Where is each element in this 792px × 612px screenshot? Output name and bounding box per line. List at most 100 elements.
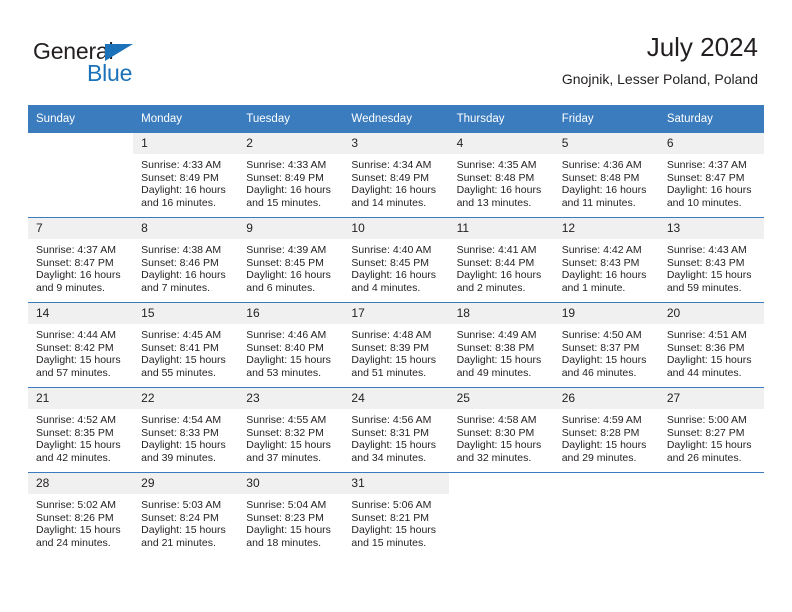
day-cell[interactable]: 28 Sunrise: 5:02 AM Sunset: 8:26 PM Dayligh…	[28, 472, 134, 557]
day-cell[interactable]: 17 Sunrise: 4:48 AM Sunset: 8:39 PM Dayligh…	[343, 302, 449, 388]
page-subtitle: Gnojnik, Lesser Poland, Poland	[561, 71, 758, 87]
day-cell[interactable]: 11 Sunrise: 4:41 AM Sunset: 8:44 PM Dayligh…	[448, 217, 554, 303]
day-detail-line: Daylight: 15 hours	[246, 354, 331, 367]
day-detail-line: and 46 minutes.	[561, 366, 637, 379]
day-details: Sunrise: 4:39 AM Sunset: 8:45 PM Daylight:…	[238, 239, 343, 294]
month-calendar: Sunday Monday Tuesday Wednesday Thursday Frid…	[28, 105, 764, 557]
day-cell[interactable]: 19 Sunrise: 4:50 AM Sunset: 8:37 PM Dayligh…	[553, 302, 659, 388]
day-detail-line: and 7 minutes.	[141, 281, 211, 294]
general-blue-logo[interactable]: General Blue	[33, 38, 233, 96]
day-cell[interactable]: 1 Sunrise: 4:33 AM Sunset: 8:49 PM Daylight…	[133, 133, 239, 218]
day-number: 9	[238, 218, 344, 239]
day-number: 16	[238, 303, 344, 324]
day-cell[interactable]: 15 Sunrise: 4:45 AM Sunset: 8:41 PM Dayligh…	[133, 302, 239, 388]
day-cell[interactable]: 12 Sunrise: 4:42 AM Sunset: 8:43 PM Dayligh…	[553, 217, 659, 303]
day-detail-line: Daylight: 15 hours	[36, 524, 121, 537]
day-detail-line: Daylight: 16 hours	[246, 184, 331, 197]
day-detail-line: Sunrise: 4:33 AM	[246, 159, 327, 171]
day-detail-line: Daylight: 16 hours	[36, 269, 121, 282]
day-detail-line: Sunset: 8:23 PM	[246, 511, 324, 524]
day-detail-line: Daylight: 16 hours	[561, 269, 647, 282]
day-cell[interactable]: 2 Sunrise: 4:33 AM Sunset: 8:49 PM Daylight…	[238, 133, 344, 218]
day-details: Sunrise: 4:49 AM Sunset: 8:38 PM Daylight:…	[449, 324, 554, 379]
day-detail-line: Daylight: 15 hours	[666, 439, 752, 452]
day-detail-line: Sunset: 8:24 PM	[141, 511, 219, 524]
day-number: 23	[238, 388, 344, 409]
day-details: Sunrise: 5:00 AM Sunset: 8:27 PM Daylight:…	[659, 409, 764, 464]
day-cell[interactable]: 18 Sunrise: 4:49 AM Sunset: 8:38 PM Dayligh…	[448, 302, 554, 388]
day-details: Sunrise: 4:45 AM Sunset: 8:41 PM Daylight:…	[133, 324, 238, 379]
day-detail-line: Sunset: 8:47 PM	[666, 171, 745, 184]
weekday-header-tuesday: Tuesday	[238, 105, 344, 133]
day-cell[interactable]: 4 Sunrise: 4:35 AM Sunset: 8:48 PM Daylight…	[448, 133, 554, 218]
day-cell[interactable]: 6 Sunrise: 4:37 AM Sunset: 8:47 PM Daylight…	[658, 133, 764, 218]
day-details	[554, 494, 659, 499]
day-detail-line: Sunrise: 4:55 AM	[246, 414, 327, 426]
day-number: 6	[658, 133, 764, 154]
day-detail-line: Sunrise: 5:02 AM	[36, 499, 116, 511]
day-cell[interactable]: 7 Sunrise: 4:37 AM Sunset: 8:47 PM Daylight…	[28, 217, 134, 303]
day-details: Sunrise: 4:33 AM Sunset: 8:49 PM Daylight:…	[133, 154, 238, 209]
day-detail-line: Sunrise: 4:44 AM	[36, 329, 116, 341]
day-detail-line: Sunrise: 5:06 AM	[351, 499, 432, 511]
day-number: 7	[28, 218, 134, 239]
day-number: 30	[238, 473, 344, 494]
day-detail-line: and 10 minutes.	[666, 196, 742, 209]
day-number: 12	[553, 218, 659, 239]
day-cell[interactable]: 3 Sunrise: 4:34 AM Sunset: 8:49 PM Daylight…	[343, 133, 449, 218]
day-cell[interactable]: 23 Sunrise: 4:55 AM Sunset: 8:32 PM Dayligh…	[238, 387, 344, 473]
day-detail-line: Sunset: 8:30 PM	[456, 426, 535, 439]
page-title: July 2024	[646, 32, 758, 62]
day-details	[659, 494, 764, 499]
day-detail-line: and 57 minutes.	[36, 366, 111, 379]
day-detail-line: Daylight: 15 hours	[351, 354, 437, 367]
day-cell[interactable]: 26 Sunrise: 4:59 AM Sunset: 8:28 PM Dayligh…	[553, 387, 659, 473]
day-cell[interactable]: 10 Sunrise: 4:40 AM Sunset: 8:45 PM Dayligh…	[343, 217, 449, 303]
day-detail-line: Sunset: 8:36 PM	[666, 341, 745, 354]
day-cell[interactable]: 30 Sunrise: 5:04 AM Sunset: 8:23 PM Dayligh…	[238, 472, 344, 557]
day-cell[interactable]: 16 Sunrise: 4:46 AM Sunset: 8:40 PM Dayligh…	[238, 302, 344, 388]
day-number	[449, 473, 554, 494]
day-cell[interactable]: 13 Sunrise: 4:43 AM Sunset: 8:43 PM Dayligh…	[658, 217, 764, 303]
day-detail-line: and 44 minutes.	[666, 366, 742, 379]
day-number: 8	[133, 218, 239, 239]
day-number: 5	[553, 133, 659, 154]
day-cell[interactable]: 9 Sunrise: 4:39 AM Sunset: 8:45 PM Daylight…	[238, 217, 344, 303]
day-detail-line: Sunrise: 4:56 AM	[351, 414, 432, 426]
day-number: 2	[238, 133, 344, 154]
day-cell[interactable]: 5 Sunrise: 4:36 AM Sunset: 8:48 PM Daylight…	[553, 133, 659, 218]
day-cell[interactable]: 20 Sunrise: 4:51 AM Sunset: 8:36 PM Dayligh…	[658, 302, 764, 388]
week-row: 21 Sunrise: 4:52 AM Sunset: 8:35 PM Dayligh…	[28, 387, 764, 473]
day-detail-line: and 59 minutes.	[666, 281, 742, 294]
day-cell[interactable]: 31 Sunrise: 5:06 AM Sunset: 8:21 PM Dayligh…	[343, 472, 449, 557]
day-cell[interactable]: 25 Sunrise: 4:58 AM Sunset: 8:30 PM Dayligh…	[448, 387, 554, 473]
day-details: Sunrise: 5:02 AM Sunset: 8:26 PM Daylight:…	[28, 494, 133, 549]
day-details: Sunrise: 4:52 AM Sunset: 8:35 PM Daylight:…	[28, 409, 133, 464]
day-detail-line: Sunset: 8:43 PM	[561, 256, 640, 269]
logo-text-blue: Blue	[87, 60, 133, 86]
day-cell[interactable]: 24 Sunrise: 4:56 AM Sunset: 8:31 PM Dayligh…	[343, 387, 449, 473]
weekday-header-wednesday: Wednesday	[343, 105, 449, 133]
day-details: Sunrise: 4:51 AM Sunset: 8:36 PM Daylight:…	[659, 324, 764, 379]
day-detail-line: and 16 minutes.	[141, 196, 216, 209]
day-cell-empty	[658, 472, 764, 557]
day-detail-line: Sunset: 8:40 PM	[246, 341, 324, 354]
day-detail-line: and 9 minutes.	[36, 281, 105, 294]
day-cell[interactable]: 27 Sunrise: 5:00 AM Sunset: 8:27 PM Dayligh…	[658, 387, 764, 473]
day-details: Sunrise: 4:42 AM Sunset: 8:43 PM Daylight:…	[554, 239, 659, 294]
day-cell[interactable]: 21 Sunrise: 4:52 AM Sunset: 8:35 PM Dayligh…	[28, 387, 134, 473]
day-detail-line: Sunrise: 4:51 AM	[666, 329, 747, 341]
day-detail-line: and 4 minutes.	[351, 281, 421, 294]
day-cell[interactable]: 8 Sunrise: 4:38 AM Sunset: 8:46 PM Daylight…	[133, 217, 239, 303]
day-detail-line: and 1 minute.	[561, 281, 626, 294]
day-detail-line: Daylight: 15 hours	[456, 354, 542, 367]
weekday-header-row: Sunday Monday Tuesday Wednesday Thursday Frid…	[28, 105, 764, 133]
day-detail-line: Daylight: 15 hours	[561, 354, 647, 367]
day-cell[interactable]: 22 Sunrise: 4:54 AM Sunset: 8:33 PM Dayligh…	[133, 387, 239, 473]
weekday-header-monday: Monday	[133, 105, 239, 133]
day-details	[449, 494, 554, 499]
day-cell[interactable]: 29 Sunrise: 5:03 AM Sunset: 8:24 PM Dayligh…	[133, 472, 239, 557]
weekday-header-sunday: Sunday	[28, 105, 134, 133]
day-detail-line: Sunset: 8:44 PM	[456, 256, 535, 269]
day-cell[interactable]: 14 Sunrise: 4:44 AM Sunset: 8:42 PM Dayligh…	[28, 302, 134, 388]
